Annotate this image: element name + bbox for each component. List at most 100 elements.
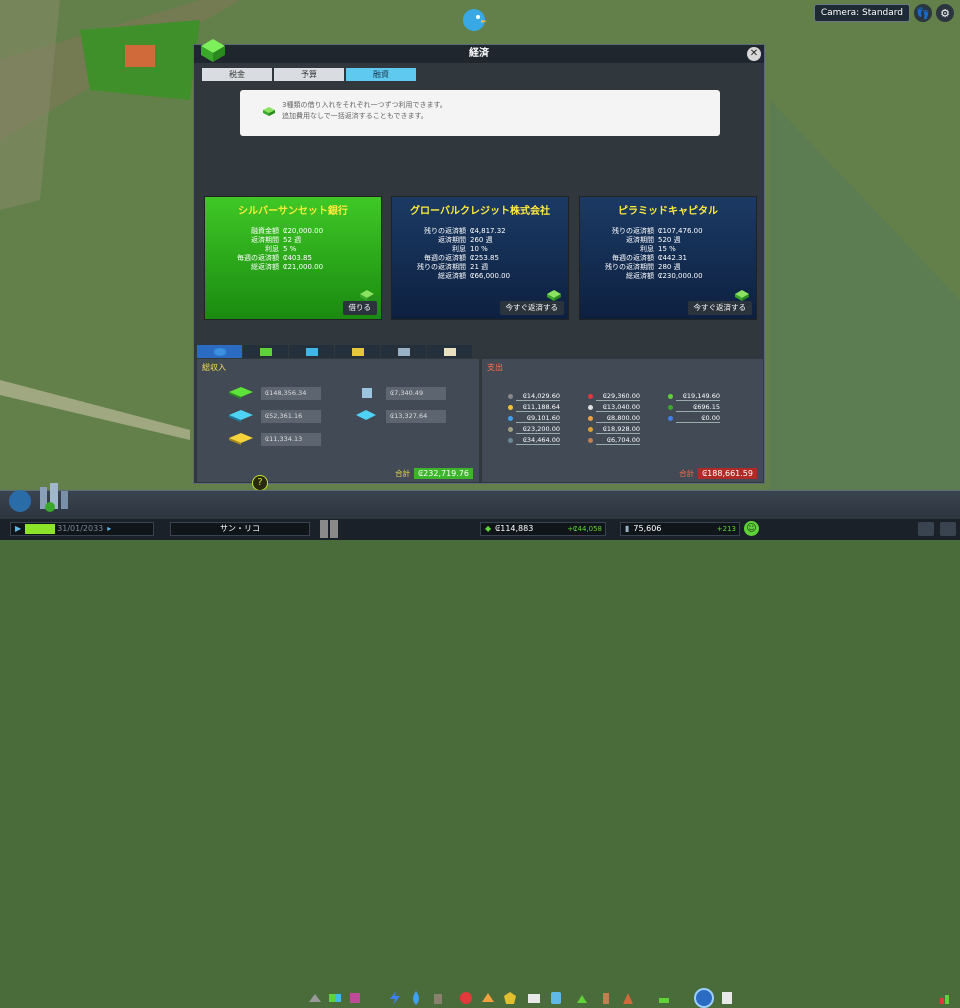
chirper-bird-icon[interactable] (459, 4, 489, 34)
landscaping-icon[interactable] (656, 990, 672, 1006)
expense-panel: 支出 ₢14,029.60 ₢11,188.64 ₢9,101.60 ₢23,2… (482, 359, 763, 482)
detail-value: ₢4,817.32 (470, 227, 506, 235)
repay-now-button[interactable]: 今すぐ返済する (687, 301, 752, 315)
industrial-zone-icon (229, 433, 253, 445)
policy-icon (668, 416, 673, 421)
expense-item: ₢29,360.00 (588, 392, 640, 401)
office-zone-icon (362, 388, 372, 398)
detail-label: 返済期間 (438, 236, 466, 244)
water-icon[interactable] (408, 990, 424, 1006)
money-icon: ◆ (485, 524, 492, 533)
detail-value: 280 週 (658, 263, 681, 271)
bank-details: 残りの返済額 ₢4,817.32 返済期間 260 週 利息 10 % 毎週の返済額 ₢… (392, 227, 568, 281)
camera-icon[interactable] (918, 522, 934, 536)
money-cube-icon (201, 39, 225, 62)
detail-label: 残りの返済額 (424, 227, 466, 235)
bank-card-pyramid-capital: ピラミッドキャピタル 残りの返済額 ₢107,476.00 返済期間 520 週 利… (579, 196, 757, 320)
expense-title: 支出 (487, 363, 503, 372)
tab-office[interactable] (381, 345, 426, 358)
detail-label: 残りの返済期間 (605, 263, 654, 271)
public-transport-icon[interactable] (548, 990, 564, 1006)
tab-loans[interactable]: 融資 (346, 68, 416, 81)
expense-item: ₢18,928.00 (588, 425, 640, 434)
policies-icon[interactable] (719, 990, 735, 1006)
detail-value: 15 % (658, 245, 676, 253)
garbage-icon (508, 427, 513, 432)
close-button[interactable]: ✕ (747, 47, 761, 61)
expense-item: ₢8,800.00 (588, 414, 640, 423)
education-icon[interactable] (526, 990, 542, 1006)
total-label: 合計 (395, 469, 411, 478)
income-title: 総収入 (202, 363, 226, 372)
total-value: ₢188,661.59 (698, 468, 757, 479)
time-progress-bar (25, 524, 56, 534)
tab-tourism[interactable] (427, 345, 472, 358)
expense-item: ₢23,200.00 (508, 425, 560, 434)
chart-icon[interactable] (938, 990, 954, 1006)
healthcare-icon (588, 394, 593, 399)
expense-total: 合計 ₢188,661.59 (679, 468, 757, 479)
detail-label: 毎週の返済額 (612, 254, 654, 262)
expense-item: ₢0.00 (668, 414, 720, 423)
bulldozer-icon[interactable] (694, 988, 714, 1008)
money-stack-icon (360, 290, 374, 301)
parks-icon[interactable] (574, 990, 590, 1006)
info-views-icon[interactable] (6, 483, 76, 513)
repay-now-button[interactable]: 今すぐ返済する (499, 301, 564, 315)
economy-window: 経済 ✕ 税金 予算 融資 3種類の借り入れをそれぞれ一つずつ利用できます。 追… (193, 39, 765, 484)
tab-residential[interactable] (243, 345, 288, 358)
expense-value: ₢18,928.00 (596, 425, 640, 434)
population-display: ▮ 75,606 +213 (620, 522, 740, 536)
footprints-icon[interactable]: 👣 (914, 4, 932, 22)
radio-icon[interactable] (320, 520, 342, 538)
garbage-icon[interactable] (430, 990, 446, 1006)
expense-value: ₢13,040.00 (596, 403, 640, 412)
city-name[interactable]: サン・リコ (170, 522, 310, 536)
play-icon[interactable]: ▶ (11, 523, 25, 535)
income-industrial: ₢11,334.13 (227, 432, 321, 446)
water-icon (508, 416, 513, 421)
tab-budget[interactable]: 予算 (274, 68, 344, 81)
monuments-icon[interactable] (620, 990, 636, 1006)
tab-taxes[interactable]: 税金 (202, 68, 272, 81)
electricity-icon[interactable] (387, 990, 403, 1006)
districts-icon[interactable] (347, 990, 363, 1006)
tab-industrial[interactable] (335, 345, 380, 358)
money-display: ◆ ₢114,883 +₢44,058 (480, 522, 606, 536)
money-value: ₢114,883 (495, 524, 534, 533)
borrow-button[interactable]: 借りる (342, 301, 377, 315)
expense-item: ₢14,029.60 (508, 392, 560, 401)
happiness-icon[interactable]: ☺ (744, 521, 759, 536)
expense-value: ₢19,149.60 (676, 392, 720, 401)
park-icon (668, 394, 673, 399)
population-delta: +213 (716, 525, 736, 533)
detail-value: ₢21,000.00 (283, 263, 324, 271)
detail-label: 利息 (452, 245, 466, 253)
zoning-icon[interactable] (327, 990, 343, 1006)
detail-label: 利息 (640, 245, 654, 253)
help-button[interactable]: ? (252, 475, 268, 491)
detail-label: 総返済額 (626, 272, 654, 280)
detail-value: ₢230,000.00 (658, 272, 703, 280)
healthcare-icon[interactable] (458, 990, 474, 1006)
fire-department-icon[interactable] (480, 990, 496, 1006)
gear-icon[interactable]: ⚙ (936, 4, 954, 22)
unique-buildings-icon[interactable] (598, 990, 614, 1006)
expense-item: ₢19,149.60 (668, 392, 720, 401)
detail-value: ₢442.31 (658, 254, 687, 262)
chart-category-tabs (197, 345, 472, 358)
tab-commercial[interactable] (289, 345, 334, 358)
expense-item: ₢6,704.00 (588, 436, 640, 445)
monument-icon (588, 438, 593, 443)
expense-value: ₢696.15 (676, 403, 720, 412)
camera-mode-button[interactable]: Camera: Standard (813, 4, 910, 22)
tourism-icon (443, 347, 456, 356)
screenshot-icon[interactable] (940, 522, 956, 536)
transport-icon (508, 438, 513, 443)
roads-icon[interactable] (307, 990, 323, 1006)
speed-icon[interactable]: ▸ (103, 523, 111, 535)
expense-value: ₢29,360.00 (596, 392, 640, 401)
police-icon[interactable] (502, 990, 518, 1006)
commercial-zone-icon (356, 410, 376, 420)
tab-overview[interactable] (197, 345, 242, 358)
